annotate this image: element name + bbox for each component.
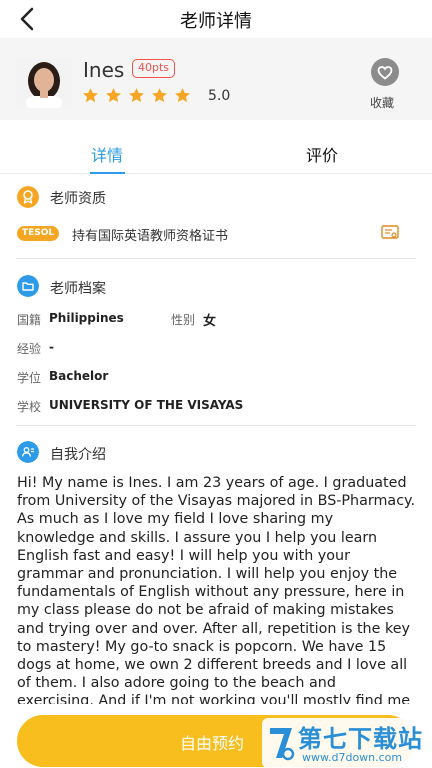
star-icon <box>175 88 190 103</box>
certificate-icon[interactable] <box>381 225 399 241</box>
gender-value: 女 <box>203 314 217 329</box>
heart-icon <box>377 66 393 80</box>
favorite-button[interactable] <box>371 58 399 86</box>
tab-bar: 详情 评价 <box>0 128 432 174</box>
watermark-logo-icon <box>270 728 295 761</box>
degree-label: 学位 <box>17 371 42 385</box>
watermark-url: www.d7down.com <box>302 751 403 764</box>
star-rating <box>82 87 191 104</box>
gender-label: 性别 <box>171 313 196 327</box>
certificate-text: 持有国际英语教师资格证书 <box>72 229 229 244</box>
intro-text: Hi! My name is Ines. I am 23 years of ag… <box>17 475 415 704</box>
school-value: UNIVERSITY OF THE VISAYAS <box>49 398 244 412</box>
experience-value: - <box>49 340 54 354</box>
star-icon <box>83 88 98 103</box>
user-card-icon <box>17 441 39 463</box>
points-badge: 40pts <box>132 59 176 78</box>
star-icon <box>129 88 144 103</box>
experience-label: 经验 <box>17 342 42 356</box>
folder-icon <box>17 275 39 297</box>
favorite-label: 收藏 <box>370 96 395 110</box>
tab-details[interactable]: 详情 <box>91 142 123 166</box>
award-icon <box>17 186 39 208</box>
top-bar: 老师详情 <box>0 0 432 38</box>
book-button-label: 自由预约 <box>180 734 245 753</box>
tesol-badge: TESOL <box>17 226 60 241</box>
profile-file-title: 老师档案 <box>50 281 106 297</box>
degree-value: Bachelor <box>49 369 109 383</box>
page-title: 老师详情 <box>180 11 252 32</box>
watermark-title: 第七下载站 <box>298 725 423 753</box>
section-divider <box>16 258 416 259</box>
rating-value: 5.0 <box>208 88 231 104</box>
tab-reviews[interactable]: 评价 <box>306 142 338 166</box>
section-divider <box>16 425 416 426</box>
school-label: 学校 <box>17 400 42 414</box>
nationality-label: 国籍 <box>17 313 42 327</box>
teacher-avatar <box>16 58 72 108</box>
qualification-title: 老师资质 <box>50 191 106 207</box>
teacher-name: Ines <box>83 58 125 82</box>
active-tab-indicator <box>90 172 125 174</box>
star-icon <box>152 88 167 103</box>
intro-title: 自我介绍 <box>50 447 106 463</box>
teacher-profile-card: Ines 40pts 5.0 收藏 <box>0 38 432 120</box>
nationality-value: Philippines <box>49 311 124 325</box>
star-icon <box>106 88 121 103</box>
